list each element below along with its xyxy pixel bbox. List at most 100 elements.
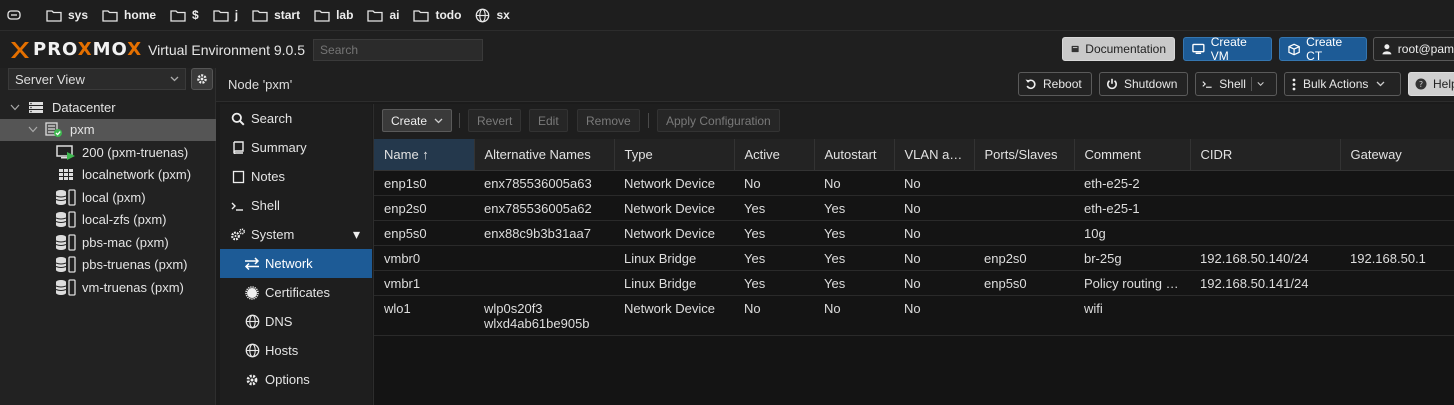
shutdown-button[interactable]: Shutdown xyxy=(1099,72,1188,96)
table-cell: 10g xyxy=(1074,220,1190,246)
tree-item-label: pbs-mac (pxm) xyxy=(82,234,169,250)
tree-item-pbs-mac[interactable]: pbs-mac (pxm) xyxy=(0,231,216,254)
expand-toggle-icon[interactable] xyxy=(10,104,22,111)
tree-item-label: local (pxm) xyxy=(82,189,146,205)
tree-item-Datacenter[interactable]: Datacenter xyxy=(0,96,216,119)
nav-item-label: Summary xyxy=(251,140,307,155)
revert-button[interactable]: Revert xyxy=(468,109,522,132)
edit-button[interactable]: Edit xyxy=(529,109,568,132)
folder-icon xyxy=(102,9,124,22)
column-header[interactable]: VLAN a… xyxy=(894,139,975,171)
bookmark-lab[interactable]: lab xyxy=(314,8,353,22)
tree-item-local[interactable]: local (pxm) xyxy=(0,186,216,209)
datacenter-icon xyxy=(24,101,48,114)
bookmark-sx[interactable]: sx xyxy=(475,8,510,23)
proxmox-logo[interactable]: PROXMOX xyxy=(9,39,142,60)
bookmark-ai[interactable]: ai xyxy=(367,8,399,22)
table-cell: No xyxy=(894,245,974,271)
view-selector[interactable]: Server View xyxy=(8,68,186,90)
table-cell: enp2s0 xyxy=(974,245,1074,271)
apply-configuration-button[interactable]: Apply Configuration xyxy=(657,109,780,132)
nav-item-search[interactable]: Search xyxy=(220,104,372,133)
bulk-actions-button[interactable]: Bulk Actions xyxy=(1284,72,1401,96)
bookmark-todo[interactable]: todo xyxy=(413,8,461,22)
create-button[interactable]: Create xyxy=(382,109,453,132)
global-search-input[interactable] xyxy=(313,38,484,61)
tree-item-200[interactable]: 200 (pxm-truenas) xyxy=(0,141,216,164)
remove-button[interactable]: Remove xyxy=(577,109,640,132)
chevron-down-icon xyxy=(1376,81,1385,87)
globe-icon xyxy=(244,314,260,329)
create-vm-button[interactable]: Create VM xyxy=(1183,35,1272,63)
nav-item-summary[interactable]: Summary xyxy=(220,133,372,162)
folder-icon xyxy=(413,9,435,22)
create-ct-button[interactable]: Create CT xyxy=(1279,35,1367,63)
column-header[interactable]: Name ↑ xyxy=(374,139,475,171)
documentation-button[interactable]: Documentation xyxy=(1062,37,1175,61)
column-header[interactable]: Type xyxy=(614,139,735,171)
tree-item-vm-truenas[interactable]: vm-truenas (pxm) xyxy=(0,276,216,299)
table-row[interactable]: wlo1 wlp0s20f3 wlxd4ab61be905b Network Devi… xyxy=(374,295,1454,336)
globe-icon xyxy=(244,343,260,358)
bookmark-j[interactable]: j xyxy=(213,8,238,22)
folder-icon xyxy=(170,9,192,22)
table-row[interactable]: enp1s0 enx785536005a63 Network Device No No N… xyxy=(374,170,1454,196)
cylinder-icon xyxy=(6,9,28,21)
column-header[interactable]: Alternative Names xyxy=(474,139,615,171)
bookmark-home[interactable]: home xyxy=(102,8,156,22)
nav-item-shell[interactable]: Shell xyxy=(220,191,372,220)
user-menu-button[interactable]: root@pam xyxy=(1373,37,1454,61)
bookmark-sys[interactable]: sys xyxy=(46,8,88,22)
chevron-down-icon[interactable] xyxy=(1257,81,1264,87)
nav-item-label: DNS xyxy=(265,314,293,329)
tree-settings-button[interactable] xyxy=(191,68,213,90)
nav-item-notes[interactable]: Notes xyxy=(220,162,372,191)
table-cell xyxy=(1190,295,1340,336)
table-cell xyxy=(474,245,614,271)
bookmark-start[interactable]: start xyxy=(252,8,300,22)
nav-item-label: System xyxy=(251,227,295,242)
table-cell: No xyxy=(734,170,814,196)
nav-item-system[interactable]: System ▾ xyxy=(220,220,372,249)
column-header[interactable]: Comment xyxy=(1074,139,1191,171)
table-row[interactable]: enp5s0 enx88c9b3b31aa7 Network Device Yes Ye… xyxy=(374,220,1454,246)
column-header[interactable]: Active xyxy=(734,139,815,171)
table-cell: No xyxy=(814,170,894,196)
table-row[interactable]: vmbr1 Linux Bridge Yes Yes No enp5s0 Policy ro… xyxy=(374,270,1454,296)
bookmark-dollar[interactable]: $ xyxy=(170,8,199,22)
desktop-icon xyxy=(1192,43,1205,55)
storage-icon xyxy=(54,189,78,206)
nav-item-network[interactable]: Network xyxy=(220,249,372,278)
shell-button[interactable]: Shell xyxy=(1195,72,1277,96)
nav-item-dns[interactable]: DNS xyxy=(220,307,372,336)
nav-item-label: Notes xyxy=(251,169,285,184)
tree-item-local-zfs[interactable]: local-zfs (pxm) xyxy=(0,209,216,232)
table-cell: Yes xyxy=(734,220,814,246)
reboot-button[interactable]: Reboot xyxy=(1018,72,1092,96)
svg-text:?: ? xyxy=(1419,80,1423,89)
nav-item-certificates[interactable]: Certificates xyxy=(220,278,372,307)
nav-item-hosts[interactable]: Hosts xyxy=(220,336,372,365)
tree-item-label: Datacenter xyxy=(52,99,116,115)
tree-item-pxm[interactable]: pxm xyxy=(0,118,216,141)
column-header[interactable]: CIDR xyxy=(1190,139,1341,171)
table-cell xyxy=(1340,220,1454,246)
help-button[interactable]: ? Help xyxy=(1408,72,1454,96)
tree-item-pbs-truenas[interactable]: pbs-truenas (pxm) xyxy=(0,254,216,277)
column-header[interactable]: Ports/Slaves xyxy=(974,139,1075,171)
nav-item-label: Network xyxy=(265,256,313,271)
cogs-icon xyxy=(230,227,246,242)
table-row[interactable]: vmbr0 Linux Bridge Yes Yes No enp2s0 br-25g 192… xyxy=(374,245,1454,271)
bookmark-label: sx xyxy=(496,8,510,22)
caret-down-icon[interactable]: ▾ xyxy=(353,226,360,243)
resource-tree: Datacenter pxm 200 (pxm-truenas) localnetwo… xyxy=(0,96,216,299)
table-row[interactable]: enp2s0 enx785536005a62 Network Device Yes Ye… xyxy=(374,195,1454,221)
folder-icon xyxy=(213,9,235,22)
column-header[interactable]: Gateway xyxy=(1340,139,1454,171)
nav-item-label: Hosts xyxy=(265,343,299,358)
expand-toggle-icon[interactable] xyxy=(28,126,40,133)
column-header[interactable]: Autostart xyxy=(814,139,895,171)
nav-item-options[interactable]: Options xyxy=(220,365,372,394)
bookmark-storage[interactable] xyxy=(6,9,28,21)
tree-item-localnetwork[interactable]: localnetwork (pxm) xyxy=(0,164,216,187)
